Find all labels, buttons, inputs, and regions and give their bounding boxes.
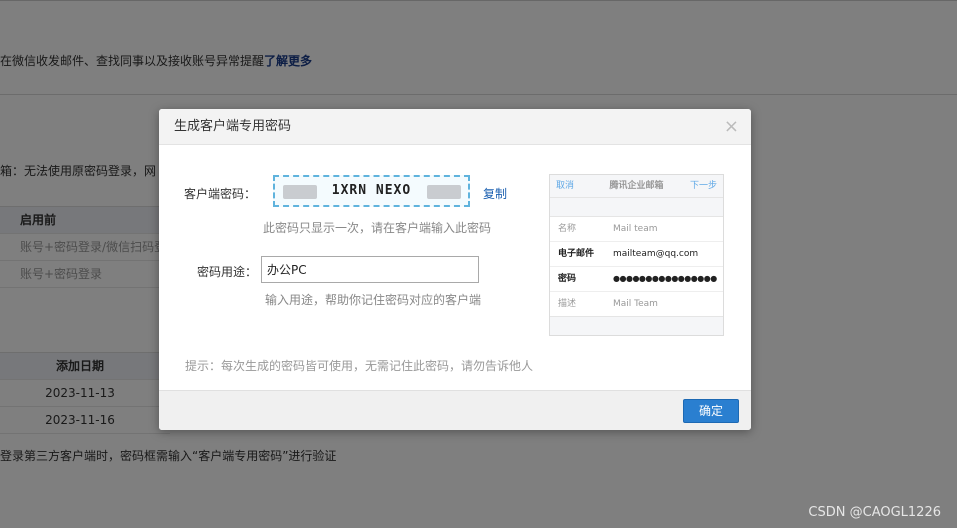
- password-mask: [283, 185, 317, 199]
- client-password-value: 1XRN NEXO: [331, 183, 412, 198]
- preview-key: 密码: [558, 274, 577, 284]
- generate-password-dialog: 生成客户端专用密码 × 客户端密码： 1XRN NEXO 复制 此密码只显示一次…: [159, 109, 751, 430]
- preview-row-name: 名称 Mail team: [550, 217, 723, 242]
- preview-row-description: 描述 Mail Team: [550, 292, 723, 316]
- preview-key: 描述: [558, 299, 577, 309]
- copy-button[interactable]: 复制: [483, 185, 507, 202]
- preview-next: 下一步: [689, 181, 717, 191]
- preview-value: Mail team: [613, 224, 658, 234]
- close-icon[interactable]: ×: [724, 109, 739, 144]
- preview-key: 电子邮件: [558, 249, 595, 259]
- password-hint: 此密码只显示一次，请在客户端输入此密码: [263, 221, 492, 235]
- dialog-title: 生成客户端专用密码: [174, 119, 292, 134]
- dialog-footer: 确定: [159, 390, 751, 430]
- preview-value: Mail Team: [613, 299, 658, 309]
- preview-row-password: 密码 ●●●●●●●●●●●●●●●●: [550, 267, 723, 292]
- usage-hint: 输入用途，帮助你记住密码对应的客户端: [265, 293, 482, 307]
- security-tip: 提示：每次生成的密码皆可使用，无需记住此密码，请勿告诉他人: [185, 359, 534, 373]
- client-password-label: 客户端密码：: [184, 187, 257, 201]
- preview-cancel: 取消: [556, 181, 575, 191]
- preview-gap: [550, 198, 723, 216]
- preview-key: 名称: [558, 224, 577, 234]
- preview-value: mailteam@qq.com: [613, 249, 699, 259]
- preview-value: ●●●●●●●●●●●●●●●●: [613, 274, 717, 283]
- usage-label: 密码用途：: [197, 265, 258, 279]
- mobile-setup-preview: 腾讯企业邮箱 取消 下一步 名称 Mail team 电子邮件 mailteam…: [549, 174, 724, 336]
- usage-input[interactable]: [261, 256, 479, 283]
- preview-nav-bar: 腾讯企业邮箱 取消 下一步: [550, 175, 723, 198]
- client-password-display: 1XRN NEXO: [273, 175, 470, 207]
- preview-row-email: 电子邮件 mailteam@qq.com: [550, 242, 723, 267]
- page: 在微信收发邮件、查找同事以及接收账号异常提醒了解更多 箱：无法使用原密码登录，网…: [0, 0, 957, 528]
- watermark: CSDN @CAOGL1226: [808, 505, 941, 520]
- preview-form: 名称 Mail team 电子邮件 mailteam@qq.com 密码 ●●●…: [550, 216, 723, 317]
- password-mask: [427, 185, 461, 199]
- dialog-header: 生成客户端专用密码 ×: [159, 109, 751, 145]
- confirm-button[interactable]: 确定: [683, 399, 739, 423]
